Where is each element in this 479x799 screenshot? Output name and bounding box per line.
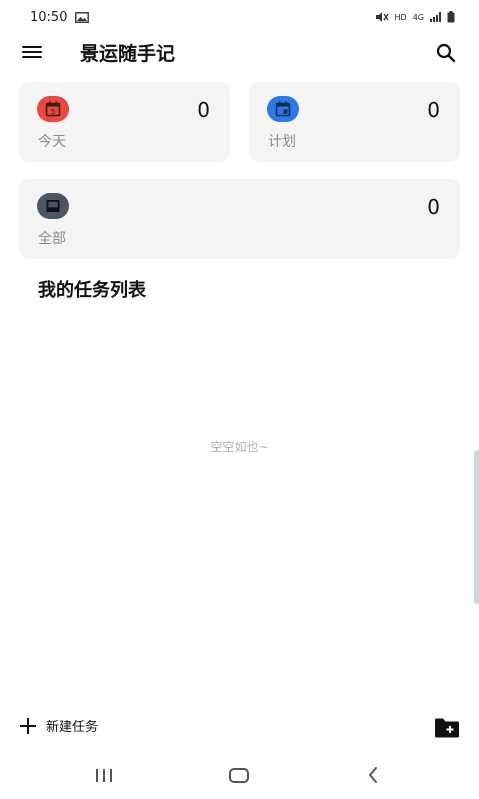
navigation-bar xyxy=(0,752,479,799)
menu-icon[interactable] xyxy=(20,42,46,62)
today-card[interactable]: 5 0 今天 xyxy=(19,82,230,162)
search-icon[interactable] xyxy=(434,41,458,65)
new-task-button[interactable]: 新建任务 xyxy=(20,716,98,735)
status-bar: 10:50 HD 4G xyxy=(0,0,479,34)
back-icon[interactable] xyxy=(366,766,380,784)
calendar-day: 5 xyxy=(51,108,55,116)
scroll-handle[interactable] xyxy=(474,450,479,604)
image-icon xyxy=(75,11,90,23)
signal-icon xyxy=(430,12,441,22)
battery-icon xyxy=(447,11,455,23)
home-icon[interactable] xyxy=(229,768,249,783)
calendar-plan-icon xyxy=(267,96,299,122)
signal-label: 4G xyxy=(412,12,424,22)
empty-state-text: 空空如也~ xyxy=(210,440,269,454)
calendar-today-icon: 5 xyxy=(37,96,69,122)
calendar-glyph: 5 xyxy=(45,101,61,117)
new-task-label: 新建任务 xyxy=(46,720,99,735)
network-label: HD xyxy=(394,12,407,22)
plan-label: 计划 xyxy=(268,134,296,150)
all-card[interactable]: 0 全部 xyxy=(19,179,460,259)
status-right: HD 4G xyxy=(375,11,455,23)
new-folder-icon[interactable] xyxy=(434,717,460,739)
calendar-event-glyph xyxy=(275,101,291,117)
plan-count: 0 xyxy=(427,98,440,122)
mute-icon xyxy=(375,12,389,22)
all-count: 0 xyxy=(427,195,440,219)
inbox-icon xyxy=(37,193,69,219)
status-time: 10:50 xyxy=(30,9,68,25)
plus-icon xyxy=(20,717,36,734)
task-list-title: 我的任务列表 xyxy=(38,280,146,301)
recent-apps-icon[interactable] xyxy=(96,769,112,782)
status-left: 10:50 xyxy=(30,9,90,25)
all-label: 全部 xyxy=(38,231,66,247)
today-label: 今天 xyxy=(38,134,66,150)
plan-card[interactable]: 0 计划 xyxy=(249,82,460,162)
inbox-glyph xyxy=(46,200,60,212)
app-bar: 景运随手记 xyxy=(0,34,479,70)
page-title: 景运随手记 xyxy=(80,43,176,65)
today-count: 0 xyxy=(197,98,210,122)
app-screen: 10:50 HD 4G 景运随手记 5 0 今天 0 计划 0 全部 我的任务列… xyxy=(0,0,479,799)
